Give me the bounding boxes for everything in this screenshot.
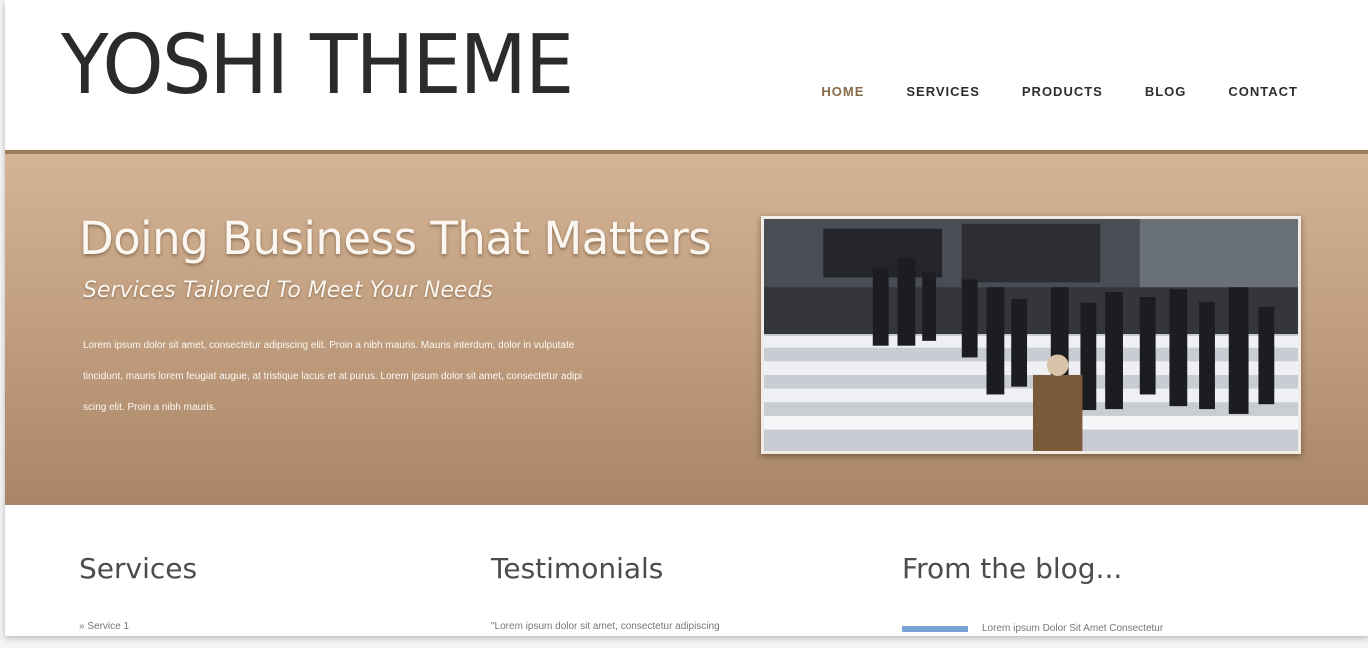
city-crowd-photo: [761, 216, 1301, 454]
hero-banner: Doing Business That Matters Services Tai…: [5, 150, 1368, 505]
site-header: YOSHI THEME HOME SERVICES PRODUCTS BLOG …: [5, 0, 1368, 150]
services-heading: Services: [79, 552, 198, 585]
nav-contact[interactable]: CONTACT: [1228, 84, 1298, 99]
services-column: Services » Service 1: [79, 552, 459, 632]
testimonial-text: "Lorem ipsum dolor sit amet, consectetur…: [491, 621, 720, 632]
hero-photo-illustration: [764, 219, 1298, 451]
blog-thumbnail: [902, 625, 968, 632]
main-nav: HOME SERVICES PRODUCTS BLOG CONTACT: [821, 84, 1298, 99]
nav-blog[interactable]: BLOG: [1145, 84, 1187, 99]
nav-products[interactable]: PRODUCTS: [1022, 84, 1103, 99]
page: YOSHI THEME HOME SERVICES PRODUCTS BLOG …: [5, 0, 1368, 636]
nav-home[interactable]: HOME: [821, 84, 864, 99]
testimonials-heading: Testimonials: [491, 552, 664, 585]
testimonials-column: Testimonials "Lorem ipsum dolor sit amet…: [491, 552, 871, 632]
hero-title: Doing Business That Matters: [79, 212, 712, 265]
blog-post-title[interactable]: Lorem ipsum Dolor Sit Amet Consectetur: [982, 623, 1163, 634]
nav-services[interactable]: SERVICES: [906, 84, 980, 99]
services-item[interactable]: » Service 1: [79, 621, 459, 632]
blog-column: From the blog... Lorem ipsum Dolor Sit A…: [902, 552, 1282, 634]
blog-heading: From the blog...: [902, 552, 1123, 585]
blog-list-item[interactable]: Lorem ipsum Dolor Sit Amet Consectetur: [902, 623, 1282, 634]
site-logo[interactable]: YOSHI THEME: [61, 18, 574, 113]
hero-subtitle: Services Tailored To Meet Your Needs: [83, 278, 493, 303]
hero-body-text: Lorem ipsum dolor sit amet, consectetur …: [83, 340, 583, 413]
